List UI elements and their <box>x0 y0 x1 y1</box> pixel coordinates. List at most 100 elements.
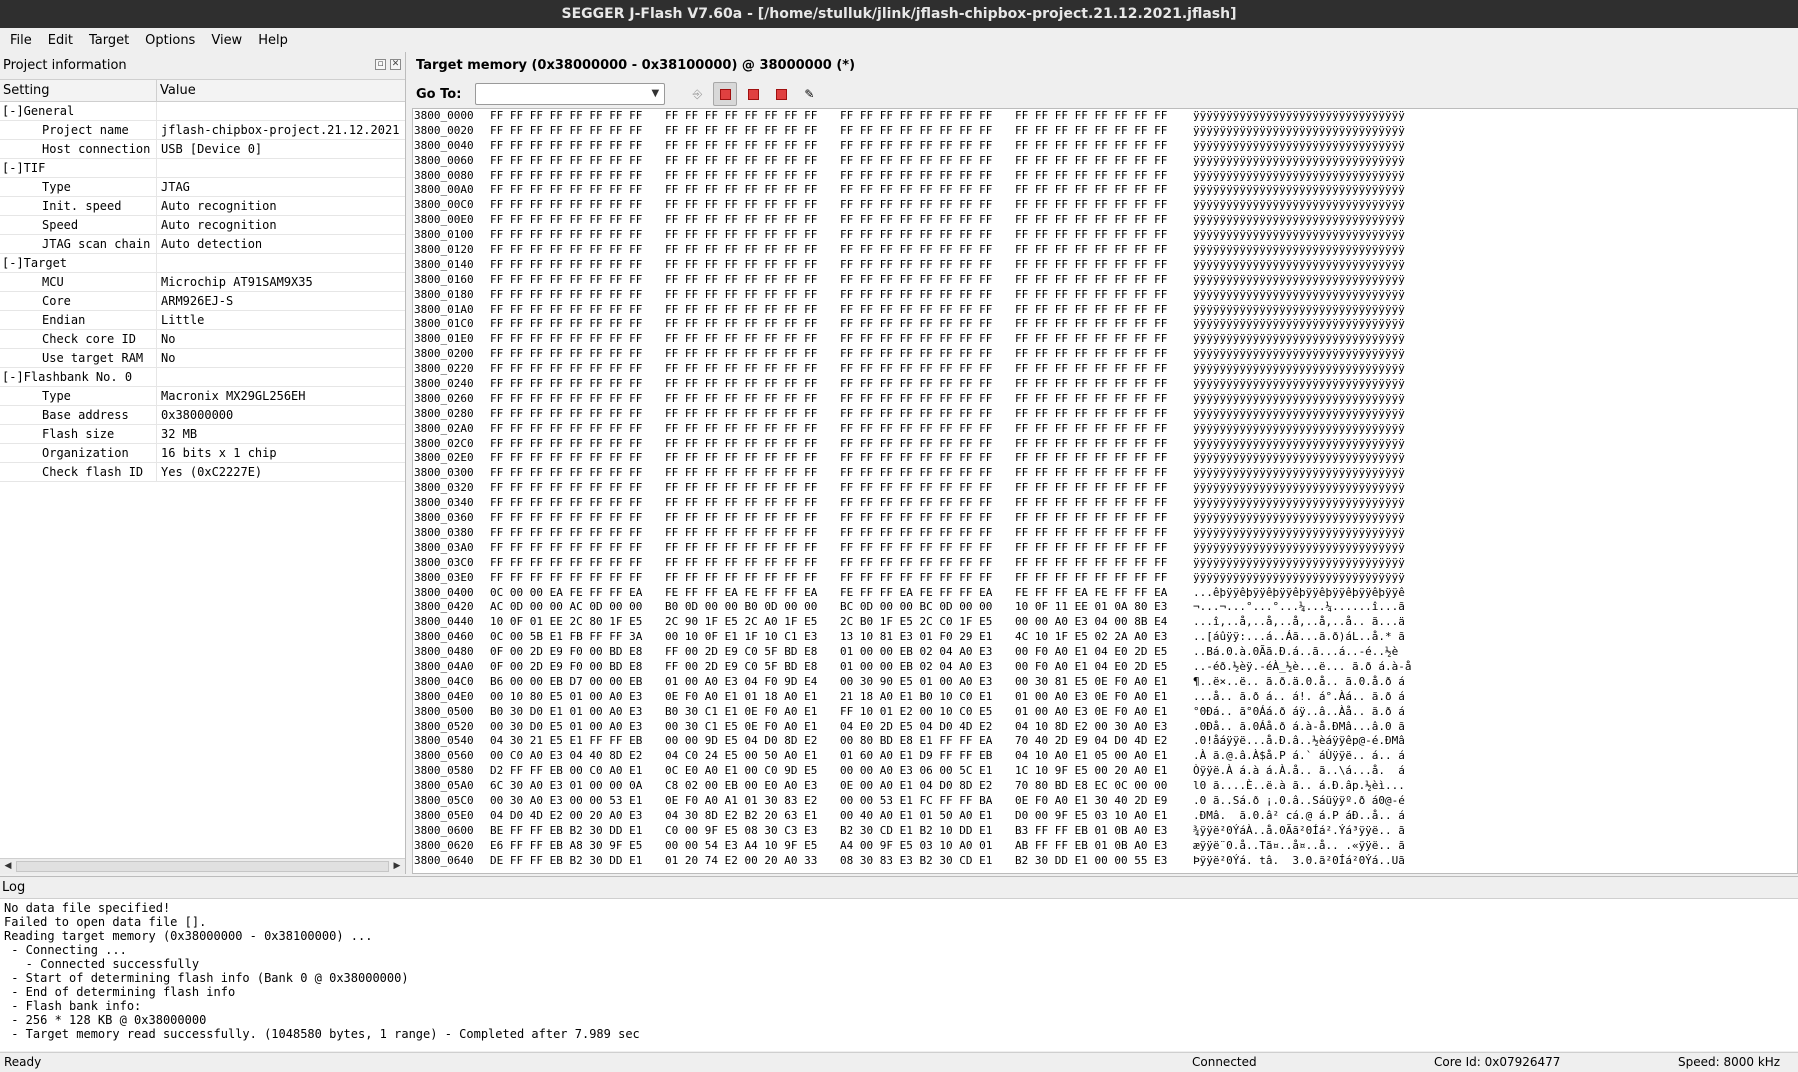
hex-bytes-group[interactable]: FF FF FF FF FF FF FF FF <box>490 466 665 481</box>
tree-setting-row[interactable]: Host connection USB [Device 0] <box>0 139 405 159</box>
hex-bytes-group[interactable]: FF FF FF FF FF FF FF FF <box>840 437 1015 452</box>
hex-bytes-group[interactable]: 0E 00 A0 E1 04 D0 8D E2 <box>840 779 1015 794</box>
hex-bytes-group[interactable]: FF FF FF FF FF FF FF FF <box>840 109 1015 124</box>
hex-line[interactable]: 3800_03C0 FF FF FF FF FF FF FF FF FF FF FF… <box>413 556 1797 571</box>
hex-line[interactable]: 3800_0540 04 30 21 E5 E1 FF FF EB 00 00 9D… <box>413 734 1797 749</box>
hex-line[interactable]: 3800_0080 FF FF FF FF FF FF FF FF FF FF FF… <box>413 169 1797 184</box>
tree-setting-row[interactable]: Type Macronix MX29GL256EH <box>0 386 405 406</box>
hex-bytes-group[interactable]: FF FF FF FF FF FF FF FF <box>665 332 840 347</box>
hex-line[interactable]: 3800_01E0 FF FF FF FF FF FF FF FF FF FF FF… <box>413 332 1797 347</box>
hex-bytes-group[interactable]: 0F 00 2D E9 F0 00 BD E8 <box>490 645 665 660</box>
hex-dump-view[interactable]: 3800_0000 FF FF FF FF FF FF FF FF FF FF FF… <box>412 108 1798 874</box>
hex-line[interactable]: 3800_0340 FF FF FF FF FF FF FF FF FF FF FF… <box>413 496 1797 511</box>
column-header-setting[interactable]: Setting <box>0 80 157 101</box>
hex-bytes-group[interactable]: 01 00 00 EB 02 04 A0 E3 <box>840 645 1015 660</box>
hex-line[interactable]: 3800_02E0 FF FF FF FF FF FF FF FF FF FF FF… <box>413 451 1797 466</box>
hex-bytes-group[interactable]: FF FF FF FF FF FF FF FF <box>665 139 840 154</box>
hex-bytes-group[interactable]: 10 0F 01 EE 2C 80 1F E5 <box>490 615 665 630</box>
hex-bytes-group[interactable]: C0 00 9F E5 08 30 C3 E3 <box>665 824 840 839</box>
hex-bytes-group[interactable]: FF FF FF FF FF FF FF FF <box>665 109 840 124</box>
log-output[interactable]: No data file specified! Failed to open da… <box>0 899 1798 1041</box>
tree-setting-row[interactable]: Check core ID No <box>0 329 405 349</box>
hex-bytes-group[interactable]: FF FF FF FF FF FF FF FF <box>665 213 840 228</box>
tree-group-row[interactable]: [-]Flashbank No. 0 <box>0 367 405 387</box>
hex-line[interactable]: 3800_01C0 FF FF FF FF FF FF FF FF FF FF FF… <box>413 317 1797 332</box>
hex-bytes-group[interactable]: FF FF FF FF FF FF FF FF <box>1015 124 1190 139</box>
hex-line[interactable]: 3800_03E0 FF FF FF FF FF FF FF FF FF FF FF… <box>413 571 1797 586</box>
hex-bytes-group[interactable]: FF FF FF FF FF FF FF FF <box>840 451 1015 466</box>
hex-bytes-group[interactable]: 00 40 A0 E1 01 50 A0 E1 <box>840 809 1015 824</box>
hex-bytes-group[interactable]: FF FF FF FF FF FF FF FF <box>490 556 665 571</box>
hex-line[interactable]: 3800_0580 D2 FF FF EB 00 C0 A0 E1 0C E0 A0… <box>413 764 1797 779</box>
hex-bytes-group[interactable]: B2 30 CD E1 B2 10 DD E1 <box>840 824 1015 839</box>
hex-bytes-group[interactable]: FE FF FF EA FE FF FF EA <box>840 586 1015 601</box>
hex-bytes-group[interactable]: FF FF FF FF FF FF FF FF <box>1015 288 1190 303</box>
hex-bytes-group[interactable]: FF FF FF FF FF FF FF FF <box>490 511 665 526</box>
hex-line[interactable]: 3800_00E0 FF FF FF FF FF FF FF FF FF FF FF… <box>413 213 1797 228</box>
tree-setting-row[interactable]: Endian Little <box>0 310 405 330</box>
hex-bytes-group[interactable]: FF FF FF FF FF FF FF FF <box>840 303 1015 318</box>
tree-group-row[interactable]: [-]General <box>0 101 405 121</box>
hex-bytes-group[interactable]: 00 30 81 E5 0E F0 A0 E1 <box>1015 675 1190 690</box>
hex-line[interactable]: 3800_0100 FF FF FF FF FF FF FF FF FF FF FF… <box>413 228 1797 243</box>
tree-setting-row[interactable]: Organization 16 bits x 1 chip <box>0 443 405 463</box>
hex-bytes-group[interactable]: FF FF FF FF FF FF FF FF <box>1015 451 1190 466</box>
hex-bytes-group[interactable]: FF FF FF FF FF FF FF FF <box>1015 317 1190 332</box>
hex-bytes-group[interactable]: FF FF FF FF FF FF FF FF <box>840 198 1015 213</box>
hex-bytes-group[interactable]: FF FF FF FF FF FF FF FF <box>840 496 1015 511</box>
hex-bytes-group[interactable]: FF FF FF FF FF FF FF FF <box>665 243 840 258</box>
hex-line[interactable]: 3800_02C0 FF FF FF FF FF FF FF FF FF FF FF… <box>413 437 1797 452</box>
hex-bytes-group[interactable]: FF FF FF FF FF FF FF FF <box>840 243 1015 258</box>
hex-bytes-group[interactable]: FF FF FF FF FF FF FF FF <box>840 317 1015 332</box>
hex-bytes-group[interactable]: FF FF FF FF FF FF FF FF <box>840 511 1015 526</box>
hex-bytes-group[interactable]: C8 02 00 EB 00 E0 A0 E3 <box>665 779 840 794</box>
hex-bytes-group[interactable]: FF FF FF FF FF FF FF FF <box>840 273 1015 288</box>
hex-line[interactable]: 3800_0220 FF FF FF FF FF FF FF FF FF FF FF… <box>413 362 1797 377</box>
hex-bytes-group[interactable]: 00 00 53 E1 FC FF FF BA <box>840 794 1015 809</box>
hex-bytes-group[interactable]: FF FF FF FF FF FF FF FF <box>840 154 1015 169</box>
hex-line[interactable]: 3800_0040 FF FF FF FF FF FF FF FF FF FF FF… <box>413 139 1797 154</box>
hex-bytes-group[interactable]: FF FF FF FF FF FF FF FF <box>1015 169 1190 184</box>
hex-bytes-group[interactable]: AC 0D 00 00 AC 0D 00 00 <box>490 600 665 615</box>
hex-bytes-group[interactable]: FF FF FF FF FF FF FF FF <box>665 288 840 303</box>
hex-bytes-group[interactable]: FF FF FF FF FF FF FF FF <box>840 362 1015 377</box>
hex-bytes-group[interactable]: FF FF FF FF FF FF FF FF <box>490 198 665 213</box>
horizontal-scrollbar[interactable]: ◀ ▶ <box>0 858 405 874</box>
hex-bytes-group[interactable]: FF FF FF FF FF FF FF FF <box>840 258 1015 273</box>
hex-line[interactable]: 3800_02A0 FF FF FF FF FF FF FF FF FF FF FF… <box>413 422 1797 437</box>
hex-bytes-group[interactable]: 00 30 D0 E5 01 00 A0 E3 <box>490 720 665 735</box>
hex-bytes-group[interactable]: 00 30 C1 E5 0E F0 A0 E1 <box>665 720 840 735</box>
hex-line[interactable]: 3800_0500 B0 30 D0 E1 01 00 A0 E3 B0 30 C1… <box>413 705 1797 720</box>
hex-bytes-group[interactable]: 01 00 00 EB 02 04 A0 E3 <box>840 660 1015 675</box>
hex-bytes-group[interactable]: 00 00 54 E3 A4 10 9F E5 <box>665 839 840 854</box>
hex-bytes-group[interactable]: A4 00 9F E5 03 10 A0 01 <box>840 839 1015 854</box>
hex-bytes-group[interactable]: FF FF FF FF FF FF FF FF <box>490 526 665 541</box>
hex-bytes-group[interactable]: FF FF FF FF FF FF FF FF <box>490 496 665 511</box>
hex-bytes-group[interactable]: 70 80 BD E8 EC 0C 00 00 <box>1015 779 1190 794</box>
hex-bytes-group[interactable]: 4C 10 1F E5 02 2A A0 E3 <box>1015 630 1190 645</box>
hex-bytes-group[interactable]: FF FF FF FF FF FF FF FF <box>490 392 665 407</box>
hex-line[interactable]: 3800_0140 FF FF FF FF FF FF FF FF FF FF FF… <box>413 258 1797 273</box>
hex-bytes-group[interactable]: FF FF FF FF FF FF FF FF <box>840 407 1015 422</box>
hex-bytes-group[interactable]: B2 30 DD E1 00 00 55 E3 <box>1015 854 1190 869</box>
hex-bytes-group[interactable]: FE FF FF EA FE FF FF EA <box>665 586 840 601</box>
hex-bytes-group[interactable]: 0E F0 A0 A1 01 30 83 E2 <box>665 794 840 809</box>
hex-bytes-group[interactable]: FF FF FF FF FF FF FF FF <box>1015 556 1190 571</box>
hex-bytes-group[interactable]: FF FF FF FF FF FF FF FF <box>490 347 665 362</box>
hex-bytes-group[interactable]: B6 00 00 EB D7 00 00 EB <box>490 675 665 690</box>
hex-bytes-group[interactable]: FF FF FF FF FF FF FF FF <box>840 332 1015 347</box>
hex-bytes-group[interactable]: FF FF FF FF FF FF FF FF <box>840 228 1015 243</box>
hex-line[interactable]: 3800_0480 0F 00 2D E9 F0 00 BD E8 FF 00 2D… <box>413 645 1797 660</box>
hex-line[interactable]: 3800_0200 FF FF FF FF FF FF FF FF FF FF FF… <box>413 347 1797 362</box>
hex-bytes-group[interactable]: FF FF FF FF FF FF FF FF <box>665 496 840 511</box>
tree-setting-row[interactable]: Flash size 32 MB <box>0 424 405 444</box>
hex-bytes-group[interactable]: FF FF FF FF FF FF FF FF <box>665 169 840 184</box>
hex-bytes-group[interactable]: FF FF FF FF FF FF FF FF <box>840 422 1015 437</box>
hex-bytes-group[interactable]: FF FF FF FF FF FF FF FF <box>490 154 665 169</box>
hex-bytes-group[interactable]: FF FF FF FF FF FF FF FF <box>665 556 840 571</box>
hex-bytes-group[interactable]: FF FF FF FF FF FF FF FF <box>665 258 840 273</box>
menu-file[interactable]: File <box>4 33 38 48</box>
hex-bytes-group[interactable]: FF FF FF FF FF FF FF FF <box>490 303 665 318</box>
hex-bytes-group[interactable]: FF FF FF FF FF FF FF FF <box>840 288 1015 303</box>
hex-bytes-group[interactable]: FF FF FF FF FF FF FF FF <box>490 273 665 288</box>
